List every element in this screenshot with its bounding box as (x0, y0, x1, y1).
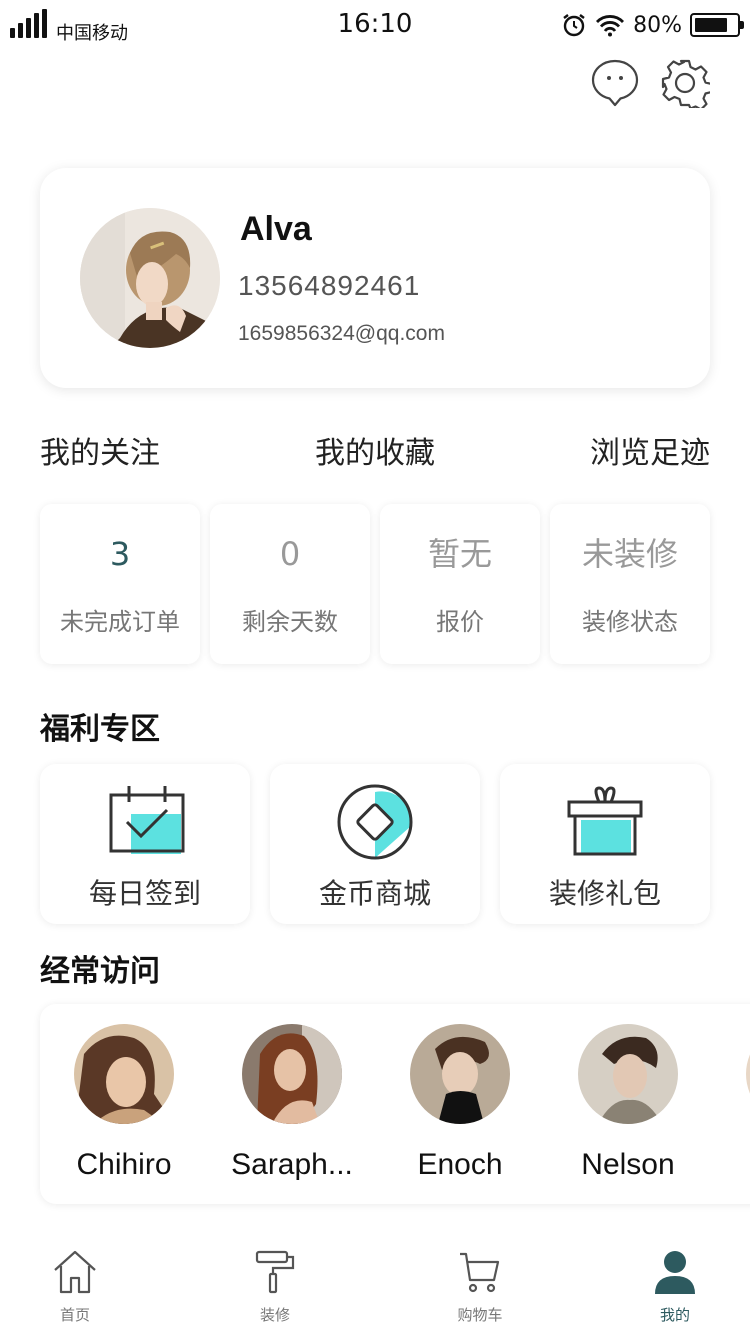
tab-bar: 首页 装修 购物车 我的 (0, 1234, 750, 1334)
gift-icon (567, 786, 643, 856)
home-icon (54, 1250, 96, 1294)
tab-mine[interactable]: 我的 (615, 1248, 735, 1325)
stat-remaining-days[interactable]: 0 剩余天数 (210, 504, 370, 664)
frequent-user[interactable]: Chihiro (40, 1024, 208, 1182)
message-icon[interactable] (590, 58, 640, 108)
my-favorites-link[interactable]: 我的收藏 (315, 428, 435, 471)
profile-phone: 13564892461 (238, 270, 421, 301)
avatar[interactable] (80, 208, 220, 348)
settings-gear-icon[interactable] (660, 58, 710, 108)
wifi-icon (596, 15, 625, 37)
stat-label: 剩余天数 (242, 608, 338, 636)
frequent-user[interactable]: Nelson (544, 1024, 712, 1182)
frequent-user[interactable] (712, 1024, 750, 1124)
stat-label: 装修状态 (582, 608, 678, 636)
frequent-user[interactable]: Enoch (376, 1024, 544, 1182)
tab-home[interactable]: 首页 (15, 1248, 135, 1325)
benefit-label: 金币商城 (318, 877, 431, 910)
tab-label: 我的 (659, 1306, 690, 1324)
frequent-visits-list[interactable]: Chihiro Saraph... Enoch Nelson (40, 1004, 750, 1204)
frequent-visits-title: 经常访问 (40, 954, 160, 989)
avatar (410, 1024, 510, 1124)
frequent-user-name: Saraph... (231, 1148, 353, 1181)
my-follows-link[interactable]: 我的关注 (40, 428, 160, 471)
paint-roller-icon (255, 1250, 295, 1294)
battery-percent: 80% (633, 12, 682, 38)
avatar (74, 1024, 174, 1124)
person-icon (655, 1251, 695, 1294)
stat-value: 0 (279, 535, 301, 573)
browsing-history-link[interactable]: 浏览足迹 (590, 428, 710, 471)
stat-value: 未装修 (581, 535, 678, 573)
frequent-user-name: Enoch (417, 1148, 503, 1181)
status-bar: 中国移动 16:10 80% (0, 0, 750, 50)
stat-renovation-status[interactable]: 未装修 装修状态 (550, 504, 710, 664)
avatar (746, 1024, 750, 1124)
frequent-user[interactable]: Saraph... (208, 1024, 376, 1182)
stat-label: 未完成订单 (60, 608, 180, 636)
tab-label: 装修 (259, 1306, 290, 1324)
stat-value: 3 (109, 535, 131, 573)
battery-icon (690, 13, 744, 37)
daily-checkin-button[interactable]: 每日签到 (40, 764, 250, 924)
stat-unfinished-orders[interactable]: 3 未完成订单 (40, 504, 200, 664)
tab-renovation[interactable]: 装修 (215, 1248, 335, 1325)
avatar (578, 1024, 678, 1124)
calendar-check-icon (109, 786, 185, 854)
tab-cart[interactable]: 购物车 (420, 1248, 540, 1325)
benefit-label: 装修礼包 (548, 877, 661, 910)
avatar (242, 1024, 342, 1124)
stat-quote[interactable]: 暂无 报价 (380, 504, 540, 664)
profile-card[interactable]: Alva 13564892461 1659856324@qq.com (40, 168, 710, 388)
cart-icon (460, 1252, 500, 1293)
stat-value: 暂无 (427, 535, 492, 573)
benefit-label: 每日签到 (88, 877, 201, 910)
frequent-user-name: Chihiro (76, 1148, 172, 1181)
alarm-icon (563, 14, 585, 37)
battery-fill (695, 18, 727, 32)
profile-email: 1659856324@qq.com (238, 322, 445, 345)
tab-label: 首页 (59, 1306, 90, 1324)
frequent-user-name: Nelson (581, 1148, 675, 1181)
coin-mall-button[interactable]: 金币商城 (270, 764, 480, 924)
renovation-package-button[interactable]: 装修礼包 (500, 764, 710, 924)
profile-name: Alva (240, 210, 312, 248)
stat-label: 报价 (436, 608, 484, 636)
coin-diamond-icon (337, 784, 413, 860)
benefits-title: 福利专区 (40, 712, 160, 747)
tab-label: 购物车 (457, 1306, 503, 1324)
